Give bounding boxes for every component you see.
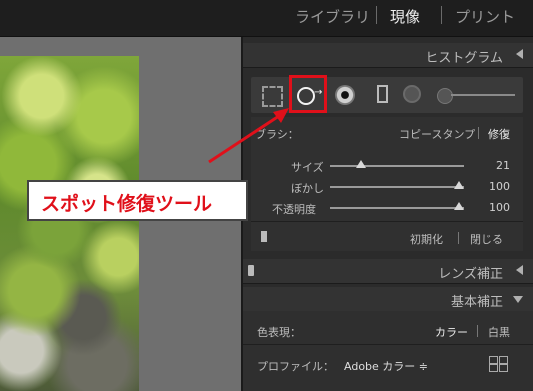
opacity-label: 不透明度 [272, 203, 316, 216]
mode-heal-button[interactable]: 修復 [488, 126, 510, 142]
close-button[interactable]: 閉じる [470, 231, 503, 247]
button-separator [458, 232, 459, 244]
treatment-separator [477, 325, 478, 337]
module-separator [441, 6, 442, 24]
callout-text: スポット修復ツール [41, 193, 213, 215]
adjustment-brush-tool[interactable] [437, 77, 517, 113]
graduated-filter-tool[interactable] [375, 77, 393, 113]
annotation-callout: スポット修復ツール [27, 180, 248, 221]
develop-right-panel: ヒストグラム → ブラシ： コピースタンプ 修復 サイズ 21 ぼかし 100 … [241, 37, 533, 391]
size-label: サイズ [291, 161, 324, 174]
feather-slider-knob[interactable] [454, 181, 464, 189]
red-eye-icon [335, 85, 355, 105]
graduated-filter-icon [377, 85, 388, 103]
lens-correction-title: レンズ補正 [438, 267, 503, 282]
divider [251, 221, 523, 222]
divider [243, 344, 533, 345]
feather-label: ぼかし [291, 182, 324, 195]
mode-separator [478, 127, 479, 139]
profile-dropdown[interactable]: Adobe カラー ≑ [344, 358, 428, 374]
profile-browser-grid-icon[interactable] [489, 356, 509, 372]
size-slider[interactable] [330, 165, 464, 167]
collapse-triangle-icon[interactable] [516, 49, 523, 59]
profile-label: プロファイル： [257, 360, 334, 373]
feather-value[interactable]: 100 [480, 180, 510, 193]
crop-overlay-tool[interactable] [259, 77, 285, 113]
module-separator [376, 6, 377, 24]
crop-overlay-icon [262, 86, 283, 107]
module-print[interactable]: プリント [455, 6, 515, 27]
basic-panel: 色表現： カラー 白黒 プロファイル： Adobe カラー ≑ [243, 311, 533, 391]
basic-title: 基本補正 [450, 295, 503, 310]
reset-button[interactable]: 初期化 [410, 231, 443, 247]
panel-toggle-switch[interactable] [261, 231, 267, 242]
treatment-label: 色表現： [257, 326, 301, 339]
module-picker: ライブラリ 現像 プリント [0, 0, 533, 37]
opacity-value[interactable]: 100 [480, 201, 510, 214]
size-slider-knob[interactable] [356, 160, 366, 168]
histogram-header[interactable]: ヒストグラム [243, 43, 533, 68]
red-eye-tool[interactable] [333, 77, 357, 113]
basic-header[interactable]: 基本補正 [243, 287, 533, 312]
opacity-slider[interactable] [330, 207, 464, 209]
radial-filter-tool[interactable] [401, 77, 425, 113]
brush-line [451, 94, 515, 96]
lens-correction-header[interactable]: レンズ補正 [243, 259, 533, 284]
opacity-slider-knob[interactable] [454, 202, 464, 210]
expand-triangle-icon[interactable] [513, 296, 523, 303]
adjustment-brush-icon [437, 88, 453, 104]
collapse-triangle-icon[interactable] [516, 265, 523, 275]
radial-filter-icon [403, 85, 421, 103]
treatment-color-button[interactable]: カラー [435, 324, 468, 340]
treatment-bw-button[interactable]: 白黒 [488, 324, 510, 340]
histogram-title: ヒストグラム [425, 51, 503, 66]
photo-preview[interactable] [0, 56, 139, 391]
module-develop[interactable]: 現像 [390, 6, 420, 27]
size-value[interactable]: 21 [480, 159, 510, 172]
brush-mode-label: ブラシ： [255, 128, 299, 141]
mode-clone-button[interactable]: コピースタンプ [399, 126, 475, 142]
module-library[interactable]: ライブラリ [295, 6, 370, 27]
feather-slider[interactable] [330, 186, 464, 188]
spot-removal-panel: ブラシ： コピースタンプ 修復 サイズ 21 ぼかし 100 不透明度 100 … [251, 117, 523, 251]
highlight-box [289, 75, 327, 113]
panel-toggle-switch[interactable] [248, 265, 254, 276]
